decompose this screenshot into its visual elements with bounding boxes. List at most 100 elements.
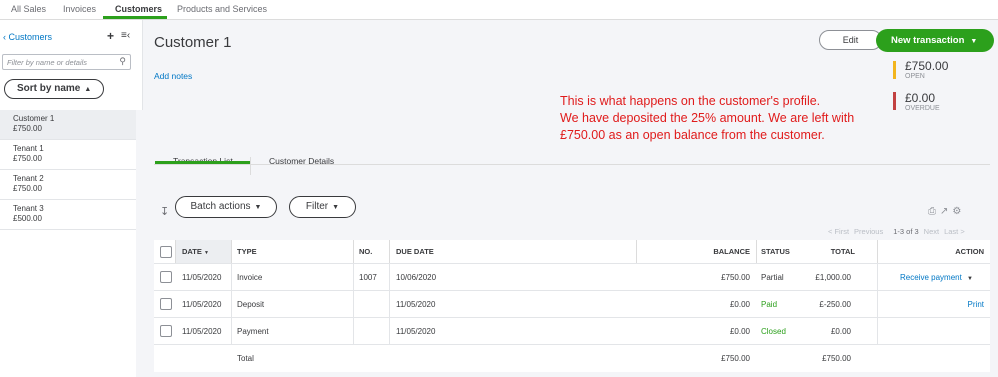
add-notes-link[interactable]: Add notes bbox=[154, 71, 192, 81]
column-divider bbox=[389, 291, 390, 317]
caret-down-icon: ▼ bbox=[970, 38, 978, 45]
tab-products-and-services[interactable]: Products and Services bbox=[177, 4, 267, 14]
customer-balance: £500.00 bbox=[13, 214, 42, 223]
column-divider bbox=[353, 240, 354, 263]
customer-name: Customer 1 bbox=[13, 114, 55, 123]
column-divider bbox=[353, 291, 354, 317]
column-divider bbox=[353, 318, 354, 344]
column-header-date[interactable]: DATE ▼ bbox=[176, 240, 231, 263]
filter-button[interactable]: Filter ▼ bbox=[289, 196, 356, 218]
collapse-list-icon[interactable]: ≡‹ bbox=[121, 30, 130, 41]
row-checkbox[interactable] bbox=[160, 325, 172, 337]
total-balance: £750.00 bbox=[721, 354, 750, 363]
add-customer-icon[interactable]: + bbox=[107, 29, 114, 43]
table-row[interactable]: 11/05/2020 Invoice 1007 10/06/2020 £750.… bbox=[154, 264, 990, 291]
transactions-table: DATE ▼ TYPE NO. DUE DATE BALANCE TOTAL S… bbox=[154, 240, 990, 372]
new-transaction-button[interactable]: New transaction ▼ bbox=[876, 29, 994, 52]
cell-balance: £0.00 bbox=[729, 327, 750, 336]
cell-balance: £750.00 bbox=[721, 273, 750, 282]
cell-due-date: 11/05/2020 bbox=[396, 327, 436, 336]
print-link[interactable]: Print bbox=[877, 291, 984, 317]
first-page-link[interactable]: < First bbox=[828, 227, 849, 236]
tab-all-sales[interactable]: All Sales bbox=[11, 4, 46, 14]
print-icon[interactable]: ⎙ bbox=[928, 206, 936, 217]
new-transaction-label: New transaction bbox=[891, 35, 965, 46]
customer-list-item[interactable]: Tenant 1 £750.00 bbox=[0, 140, 136, 170]
tab-customers[interactable]: Customers bbox=[115, 4, 162, 14]
tab-divider bbox=[250, 157, 251, 175]
table-header-row: DATE ▼ TYPE NO. DUE DATE BALANCE TOTAL S… bbox=[154, 240, 990, 264]
cell-date: 11/05/2020 bbox=[182, 327, 222, 336]
page-range: 1-3 of 3 bbox=[893, 227, 919, 236]
cell-type: Payment bbox=[237, 327, 269, 336]
last-page-link[interactable]: Last > bbox=[944, 227, 965, 236]
column-header-balance[interactable]: BALANCE bbox=[636, 240, 750, 263]
column-divider bbox=[389, 264, 390, 290]
date-header-label: DATE bbox=[182, 247, 202, 256]
column-header-type[interactable]: TYPE bbox=[237, 240, 257, 263]
customer-list: Customer 1 £750.00 Tenant 1 £750.00 Tena… bbox=[0, 110, 136, 230]
gear-icon[interactable]: ⚙ bbox=[952, 206, 961, 217]
annotation-line: £750.00 as an open balance from the cust… bbox=[560, 128, 825, 142]
overdue-indicator bbox=[893, 92, 896, 110]
batch-actions-button[interactable]: Batch actions ▼ bbox=[175, 196, 277, 218]
filter-label: Filter bbox=[305, 201, 329, 212]
batch-actions-label: Batch actions bbox=[190, 201, 251, 212]
cell-date: 11/05/2020 bbox=[182, 273, 222, 282]
active-tab-indicator bbox=[155, 161, 250, 164]
column-divider bbox=[877, 318, 878, 344]
sidebar-scrollbar[interactable] bbox=[136, 110, 143, 377]
select-all-checkbox[interactable] bbox=[160, 246, 172, 258]
cell-type: Invoice bbox=[237, 273, 263, 282]
page-title: Customer 1 bbox=[154, 34, 232, 51]
edit-button[interactable]: Edit bbox=[819, 30, 882, 50]
column-header-due-date[interactable]: DUE DATE bbox=[396, 240, 434, 263]
column-divider bbox=[877, 264, 878, 290]
row-checkbox[interactable] bbox=[160, 298, 172, 310]
open-label: OPEN bbox=[905, 73, 925, 80]
customer-profile: Customer 1 Add notes Edit New transactio… bbox=[143, 20, 998, 377]
column-divider bbox=[231, 240, 232, 263]
cell-date: 11/05/2020 bbox=[182, 300, 222, 309]
customer-sidebar: ‹ Customers + ≡‹ Filter by name or detai… bbox=[0, 20, 143, 377]
annotation-line: We have deposited the 25% amount. We are… bbox=[560, 111, 855, 125]
previous-page-link[interactable]: Previous bbox=[854, 227, 883, 236]
customer-balance: £750.00 bbox=[13, 184, 42, 193]
customer-search-input[interactable]: Filter by name or details ⚲ bbox=[2, 54, 131, 70]
annotation-text: This is what happens on the customer's p… bbox=[560, 93, 870, 144]
customer-list-item[interactable]: Tenant 2 £750.00 bbox=[0, 170, 136, 200]
search-icon: ⚲ bbox=[119, 56, 126, 66]
tabs-baseline bbox=[154, 164, 990, 165]
customer-name: Tenant 1 bbox=[13, 144, 44, 153]
table-row[interactable]: 11/05/2020 Deposit 11/05/2020 £0.00 £-25… bbox=[154, 291, 990, 318]
customer-name: Tenant 2 bbox=[13, 174, 44, 183]
customer-list-item[interactable]: Tenant 3 £500.00 bbox=[0, 200, 136, 230]
total-amount: £750.00 bbox=[822, 354, 851, 363]
top-navigation: All Sales Invoices Customers Products an… bbox=[0, 0, 998, 20]
receive-payment-link[interactable]: Receive payment ▼ bbox=[900, 264, 973, 290]
sort-by-name-button[interactable]: Sort by name ▲ bbox=[4, 79, 104, 99]
customers-link-label: Customers bbox=[8, 32, 53, 42]
customer-list-item[interactable]: Customer 1 £750.00 bbox=[0, 110, 136, 140]
tab-invoices[interactable]: Invoices bbox=[63, 4, 96, 14]
caret-down-icon[interactable]: ▼ bbox=[967, 276, 973, 282]
column-header-status[interactable]: STATUS bbox=[761, 240, 790, 263]
table-tools: ⎙ ↗ ⚙ bbox=[928, 206, 965, 217]
cell-balance: £0.00 bbox=[729, 300, 750, 309]
column-header-no[interactable]: NO. bbox=[359, 240, 372, 263]
overdue-balance: £0.00 bbox=[905, 91, 936, 105]
cell-status: Paid bbox=[761, 300, 778, 309]
table-row[interactable]: 11/05/2020 Payment 11/05/2020 £0.00 £0.0… bbox=[154, 318, 990, 345]
pagination: < First Previous 1-3 of 3 Next Last > bbox=[828, 227, 970, 236]
column-divider bbox=[389, 318, 390, 344]
sort-arrow-icon[interactable]: ↧ bbox=[160, 205, 169, 218]
row-checkbox[interactable] bbox=[160, 271, 172, 283]
total-label: Total bbox=[237, 354, 254, 363]
next-page-link[interactable]: Next bbox=[924, 227, 939, 236]
overdue-label: OVERDUE bbox=[905, 105, 940, 112]
column-divider bbox=[389, 240, 390, 263]
back-to-customers-link[interactable]: ‹ Customers bbox=[3, 32, 52, 42]
cell-status: Closed bbox=[761, 327, 786, 336]
column-divider bbox=[231, 291, 232, 317]
export-icon[interactable]: ↗ bbox=[940, 206, 948, 217]
